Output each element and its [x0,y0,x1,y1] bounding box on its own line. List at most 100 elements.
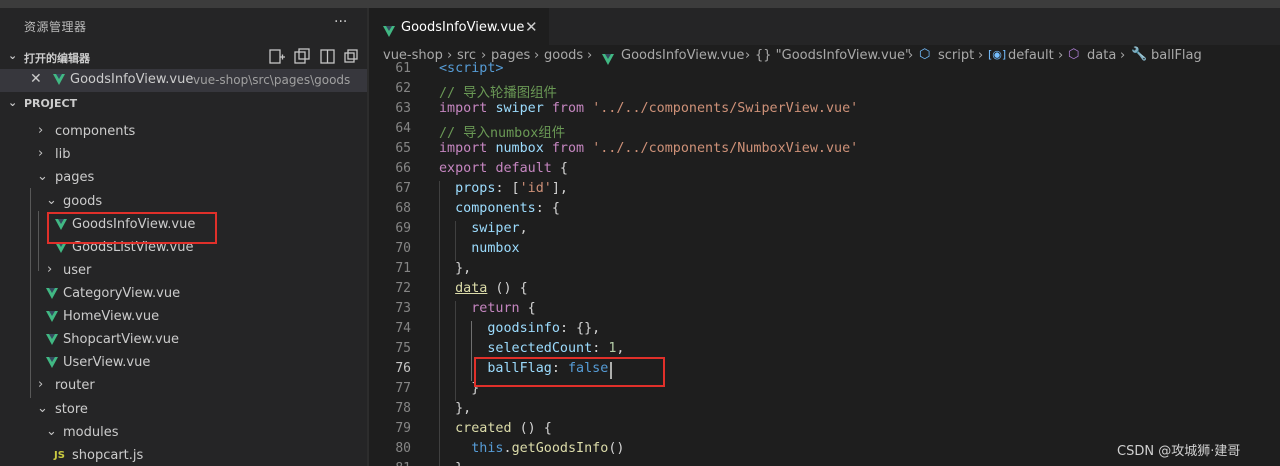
chevron-down-icon: ⌄ [46,424,57,439]
code-line: components: { [455,201,560,216]
code-line: return { [471,301,536,316]
breadcrumb-item[interactable]: data [1087,48,1116,63]
tree-item-categoryview[interactable]: CategoryView.vue [0,283,367,306]
breadcrumb: vue-shop › src › pages › goods › GoodsIn… [369,45,1280,67]
close-icon[interactable]: ✕ [525,18,538,36]
line-number: 64 [395,121,411,136]
project-label: PROJECT [24,97,78,110]
tree-item-homeview[interactable]: HomeView.vue [0,306,367,329]
vue-file-icon [46,357,58,372]
tree-item-store[interactable]: ⌄ store [0,399,367,422]
chevron-down-icon: ⌄ [46,193,57,208]
chevron-right-icon: › [978,48,984,63]
wrench-icon: 🔧 [1131,47,1148,62]
highlight-box [474,357,665,387]
tree-item-modules[interactable]: ⌄ modules [0,422,367,445]
breadcrumb-item[interactable]: GoodsInfoView.vue [621,48,744,63]
breadcrumb-item[interactable]: goods [544,48,583,63]
code-line: }, [439,401,472,416]
chevron-right-icon: › [587,48,593,63]
code-line: import swiper from '../../components/Swi… [439,101,859,116]
chevron-right-icon: › [1058,48,1064,63]
project-header[interactable]: ⌄ PROJECT [0,93,367,115]
code-line: props: ['id'], [455,181,568,196]
split-icon[interactable] [320,49,335,64]
chevron-right-icon: › [38,377,44,392]
line-number: 80 [395,441,411,456]
line-number: 70 [395,241,411,256]
chevron-right-icon: › [745,48,751,63]
code-line: created () { [455,421,552,436]
vue-file-icon [55,242,67,257]
tree-item-label: goods [63,194,103,209]
cube-icon: ⬡ [919,47,931,62]
new-file-icon[interactable] [269,49,285,64]
chevron-right-icon: › [38,146,44,161]
tree-item-label: HomeView.vue [63,309,160,324]
line-number: 78 [395,401,411,416]
tree-item-components[interactable]: › components [0,121,367,144]
line-number: 74 [395,321,411,336]
tab-label: GoodsInfoView.vue [401,20,525,35]
line-number: 71 [395,261,411,276]
title-strip [0,0,1280,8]
line-number: 79 [395,421,411,436]
highlight-box [47,212,217,244]
code-line: data () { [455,281,528,296]
tree-item-label: components [55,124,136,139]
open-editors-label: 打开的编辑器 [24,52,90,65]
tree-item-shopcartview[interactable]: ShopcartView.vue [0,329,367,352]
tree-item-user[interactable]: › user [0,260,367,283]
line-number: 65 [395,141,411,156]
save-all-icon[interactable] [294,48,310,64]
tree-item-router[interactable]: › router [0,375,367,398]
watermark: CSDN @攻城狮·建哥 [1117,444,1241,459]
code-line: // 导入numbox组件 [439,126,566,141]
indent-guide [455,301,456,401]
tree-item-label: user [63,263,92,278]
vue-file-icon [53,74,65,89]
line-number: 77 [395,381,411,396]
code-line: selectedCount: 1, [487,341,625,356]
explorer-title: 资源管理器 [24,20,87,34]
breadcrumb-item[interactable]: script [938,48,974,63]
variable-icon: [◉] [988,48,1007,61]
chevron-right-icon: › [534,48,540,63]
more-actions-icon[interactable]: ··· [334,14,347,30]
tree-item-label: shopcart.js [72,448,144,463]
collapse-all-icon[interactable] [344,49,358,63]
breadcrumb-item[interactable]: {} "GoodsInfoView.vue" [755,48,911,63]
open-editor-item[interactable]: ✕ GoodsInfoView.vue vue-shop\src\pages\g… [0,69,367,92]
code-line: goodsinfo: {}, [487,321,601,336]
indent-guide [471,321,472,381]
tab-goodsinfoview[interactable]: GoodsInfoView.vue ✕ [369,8,549,46]
tree-item-label: ShopcartView.vue [63,332,179,347]
code-line: }, [439,261,472,276]
chevron-down-icon: ⌄ [37,169,48,184]
tree-item-label: UserView.vue [63,355,151,370]
chevron-down-icon: ⌄ [8,49,18,62]
chevron-right-icon: › [47,262,53,277]
explorer-sidebar: 资源管理器 ··· ⌄ 打开的编辑器 ✕ GoodsInfoView.vue v… [0,8,367,466]
indent-guide [439,181,440,466]
code-line: // 导入轮播图组件 [439,86,557,101]
tree-item-shopcart-js[interactable]: JS shopcart.js [0,445,367,466]
editor-pane: GoodsInfoView.vue ✕ vue-shop › src › pag… [369,8,1280,466]
breadcrumb-item[interactable]: ballFlag [1151,48,1202,63]
chevron-right-icon: › [908,48,914,63]
line-number: 67 [395,181,411,196]
tree-item-userview[interactable]: UserView.vue [0,352,367,375]
code-line: numbox [471,241,520,256]
tree-item-label: pages [55,170,95,185]
tree-item-pages[interactable]: ⌄ pages [0,167,367,190]
tree-item-goods[interactable]: ⌄ goods [0,191,367,214]
vue-file-icon [46,334,58,349]
vue-file-icon [46,288,58,303]
tree-item-label: CategoryView.vue [63,286,181,301]
close-icon[interactable]: ✕ [30,71,42,87]
line-number: 63 [395,101,411,116]
code-line: export default { [439,161,568,176]
code-line: <script> [439,61,504,76]
breadcrumb-item[interactable]: default [1008,48,1054,63]
tree-item-lib[interactable]: › lib [0,144,367,167]
